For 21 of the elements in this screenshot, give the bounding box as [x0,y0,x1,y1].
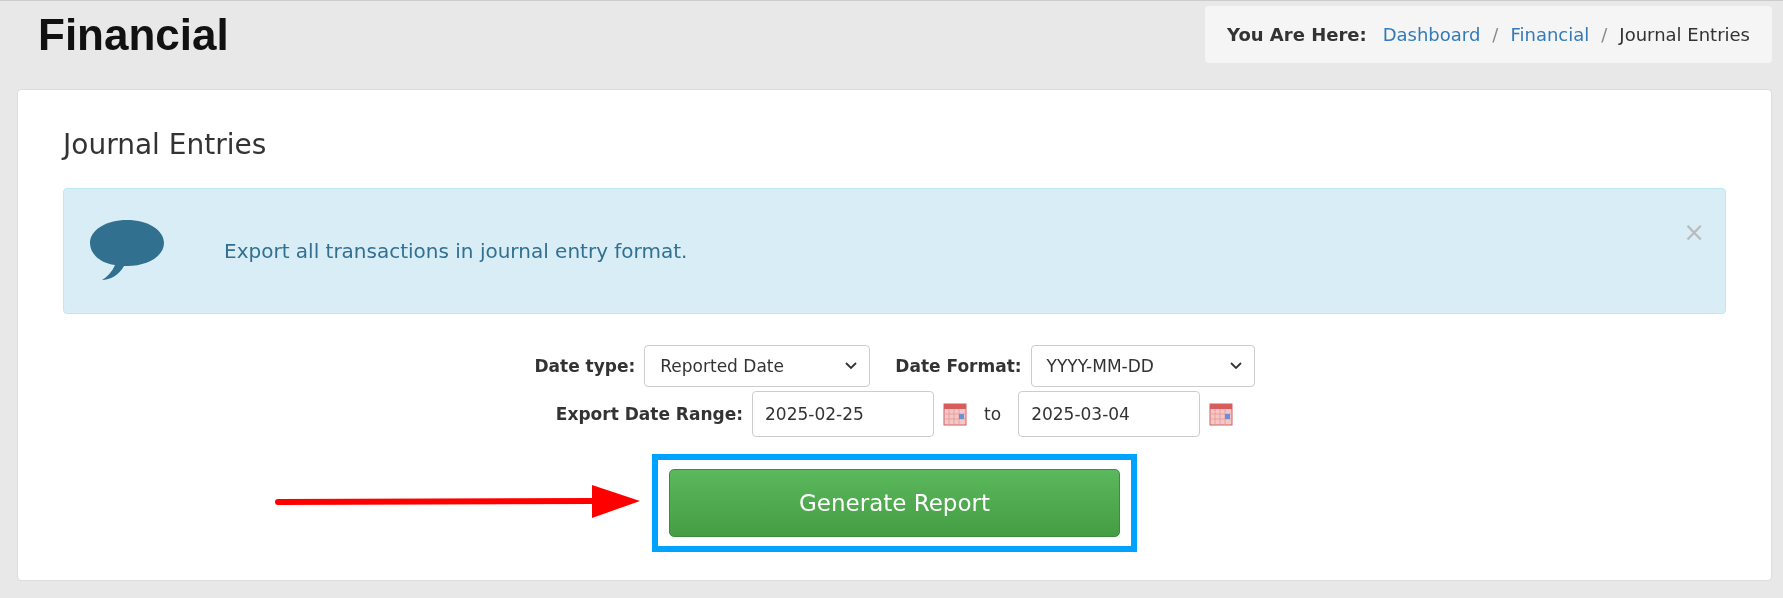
start-date-field[interactable]: 2025-02-25 [752,391,935,437]
field-label: Export Date Range: [555,404,744,424]
panel-heading: Journal Entries [63,127,268,163]
calendar-icon[interactable] [1209,402,1234,426]
alert-message: Export all transactions in journal entry format. [224,239,689,263]
date-type-select[interactable]: Reported Date [644,345,871,387]
range-separator: to [984,404,1002,424]
breadcrumb-separator: / [1492,24,1499,45]
end-date-field[interactable]: 2025-03-04 [1018,391,1201,437]
chevron-down-icon [1229,362,1242,370]
breadcrumb-link[interactable]: Financial [1510,24,1590,45]
date-format-select[interactable]: YYYY-MM-DD [1030,345,1255,387]
breadcrumb-separator: / [1601,24,1608,45]
page-title: Financial [38,10,229,60]
breadcrumb-label: You Are Here: [1227,24,1367,45]
field-label: Date Format: [895,356,1022,376]
breadcrumb-link[interactable]: Dashboard [1382,24,1481,45]
chevron-down-icon [845,362,858,370]
calendar-icon[interactable] [943,402,968,426]
field-label: Date type: [534,356,636,376]
breadcrumb-current: Journal Entries [1619,24,1750,45]
